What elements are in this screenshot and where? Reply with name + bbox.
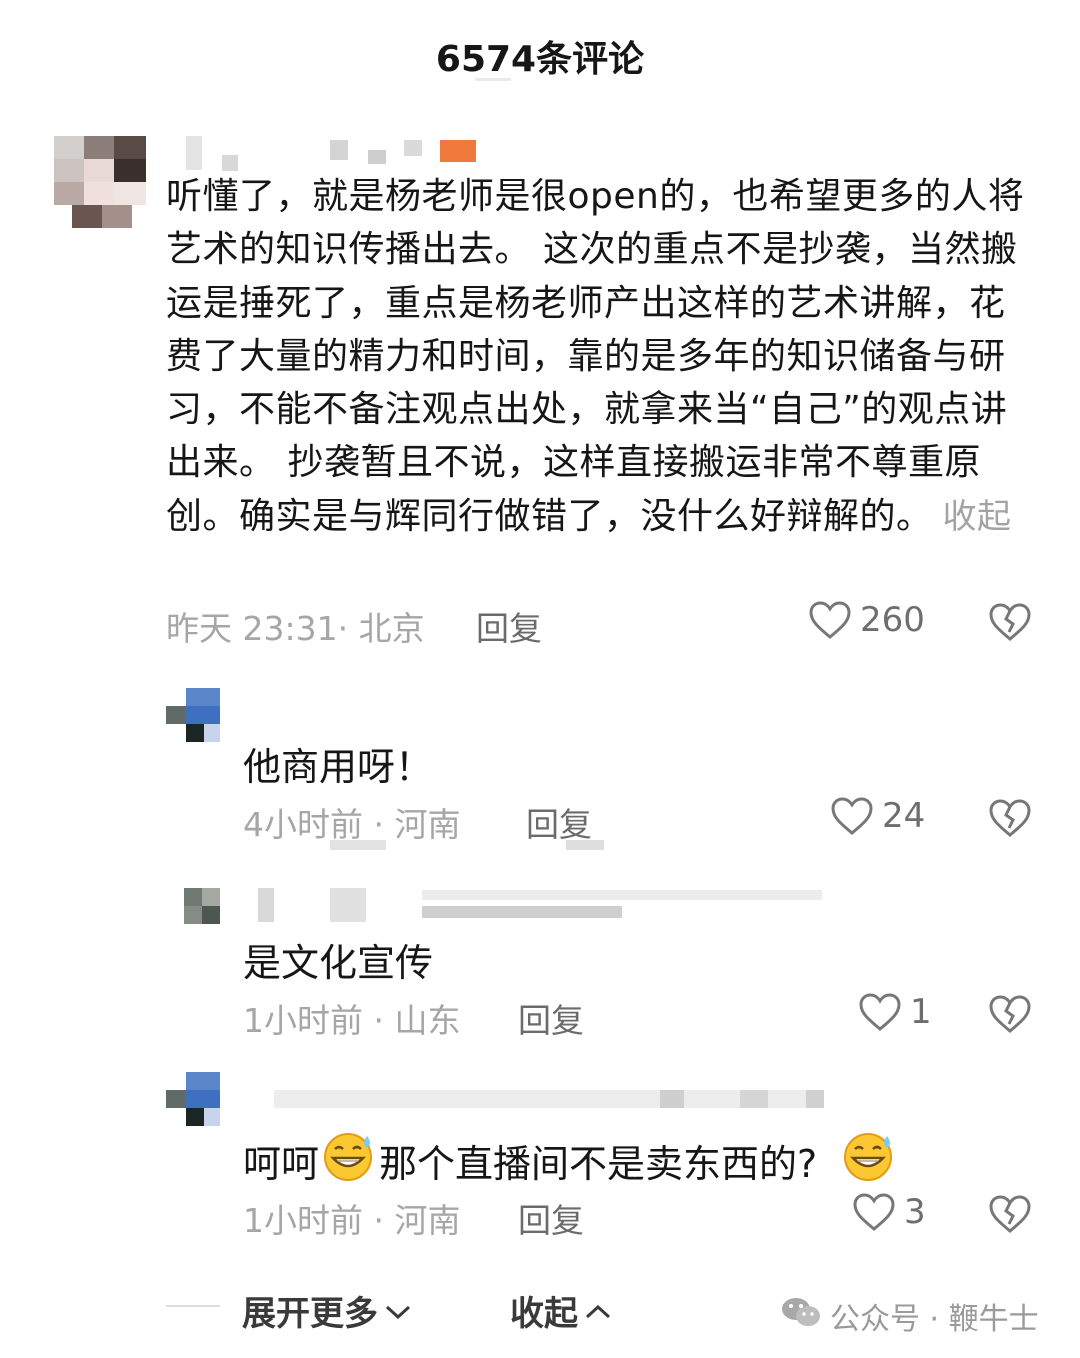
like-count: 260 [860,600,925,640]
dislike-button[interactable] [988,1194,1032,1234]
badge-blur [440,140,476,162]
like-count: 3 [904,1192,926,1232]
heart-outline-icon [858,992,902,1032]
like-button[interactable]: 3 [852,1192,926,1232]
watermark-text: 公众号 · 鞭牛士 [830,1302,1039,1337]
dislike-button[interactable] [988,798,1032,838]
heart-outline-icon [830,796,874,836]
comment-meta: 昨天 23:31· 北京 [166,609,425,648]
like-button[interactable]: 1 [858,992,932,1032]
reply-button[interactable]: 回复 [526,798,592,846]
username-blur [806,1090,824,1108]
mosaic-blur [566,840,604,850]
dislike-button[interactable] [988,994,1032,1034]
chevron-up-icon [584,1291,612,1331]
reply-text-start: 呵呵 [243,1142,320,1186]
broken-heart-icon [988,602,1032,642]
username-blur [660,1090,684,1108]
broken-heart-icon [988,1194,1032,1234]
collapse-label: 收起 [510,1294,578,1334]
username-blur [368,150,386,164]
username-blur [740,1090,768,1108]
reply-button[interactable]: 回复 [518,994,584,1042]
expand-more-label: 展开更多 [242,1294,378,1334]
username-blur [422,906,622,918]
username-blur [330,140,348,160]
like-count: 1 [910,992,932,1032]
broken-heart-icon [988,798,1032,838]
broken-heart-icon [988,994,1032,1034]
reply-meta: 1小时前 · 河南 [243,1201,461,1240]
comment-text: 听懂了，就是杨老师是很open的，也希望更多的人将艺术的知识传播出去。 这次的重… [166,170,1026,544]
heart-outline-icon [808,600,852,640]
dislike-button[interactable] [988,602,1032,642]
reply-button[interactable]: 回复 [518,1194,584,1242]
username-blur [330,888,366,922]
reply-text: 呵呵 那个直播间不是卖东西的? [243,1130,897,1191]
reply-meta: 4小时前 · 河南 [243,805,461,844]
comments-count-title: 6574条评论 [435,39,645,80]
watermark: 公众号 · 鞭牛士 [780,1294,1039,1338]
footer-divider [166,1305,220,1307]
comment-body: 听懂了，就是杨老师是很open的，也希望更多的人将艺术的知识传播出去。 这次的重… [166,176,1025,537]
reply-button[interactable]: 回复 [476,602,542,650]
username-blur [186,136,202,170]
like-count: 24 [882,796,926,836]
chevron-down-icon [384,1291,412,1331]
reply-text: 他商用呀！ [243,745,434,789]
grin-sweat-emoji-icon [321,1130,377,1191]
grin-sweat-emoji-icon [841,1130,897,1191]
heart-outline-icon [852,1192,896,1232]
title-underline [475,78,511,81]
username-blur [404,140,422,156]
username-blur [422,890,822,900]
collapse-button[interactable]: 收起 [510,1286,612,1335]
reply-avatar[interactable] [166,1072,220,1126]
reply-avatar[interactable] [184,888,220,924]
wechat-icon [780,1295,822,1337]
reply-meta: 1小时前 · 山东 [243,1001,461,1040]
reply-avatar[interactable] [166,688,220,742]
mosaic-blur [330,840,386,850]
username-blur [222,155,238,171]
expand-more-button[interactable]: 展开更多 [242,1286,412,1335]
reply-text-end: 那个直播间不是卖东西的? [379,1142,818,1186]
username-blur [258,888,274,922]
avatar[interactable] [54,136,146,228]
reply-text: 是文化宣传 [243,941,434,985]
like-button[interactable]: 260 [808,600,925,640]
collapse-comment-link[interactable]: 收起 [943,497,1012,537]
like-button[interactable]: 24 [830,796,925,836]
